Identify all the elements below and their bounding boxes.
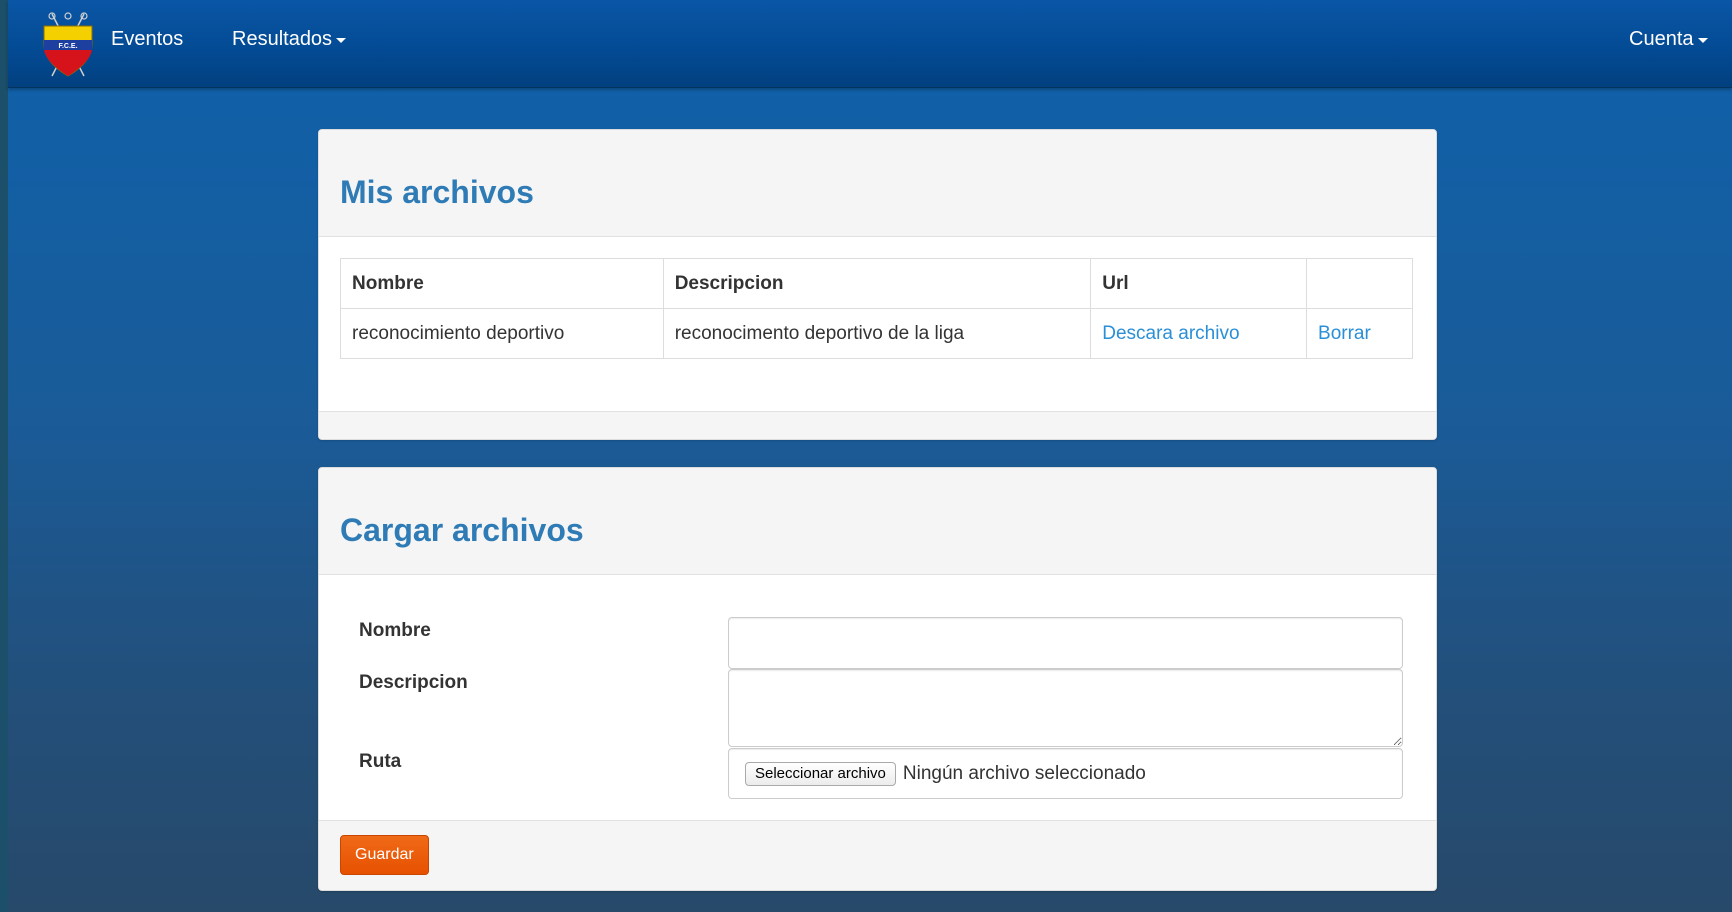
ruta-file-input[interactable]: Seleccionar archivo Ningún archivo selec… [728, 748, 1403, 799]
descripcion-textarea[interactable] [728, 669, 1403, 747]
files-panel-title: Mis archivos [340, 174, 534, 210]
nombre-input[interactable] [728, 617, 1403, 669]
nav-resultados-dropdown[interactable]: Resultados [232, 26, 347, 52]
files-panel: Mis archivos Nombre Descripcion Url reco… [318, 129, 1437, 440]
column-header-actions [1306, 258, 1413, 309]
page: F.C.E. Eventos Resultados Cuenta Mis arc… [8, 0, 1732, 912]
file-status-text: Ningún archivo seleccionado [902, 762, 1146, 784]
nombre-label: Nombre [359, 620, 431, 641]
upload-panel-footer: Guardar [319, 820, 1436, 890]
top-navbar: F.C.E. Eventos Resultados Cuenta [8, 0, 1732, 88]
cell-actions: Borrar [1306, 308, 1413, 359]
nav-cuenta-label: Cuenta [1629, 28, 1694, 50]
table-row: reconocimiento deportivo reconocimento d… [340, 308, 1413, 359]
files-panel-footer [319, 411, 1436, 439]
fce-shield-logo-icon[interactable]: F.C.E. [38, 10, 98, 82]
svg-text:F.C.E.: F.C.E. [58, 43, 77, 50]
delete-file-link[interactable]: Borrar [1318, 323, 1371, 344]
nav-eventos[interactable]: Eventos [111, 26, 183, 52]
descripcion-label: Descripcion [359, 672, 468, 693]
upload-panel-title: Cargar archivos [340, 512, 584, 548]
cell-descripcion: reconocimento deportivo de la liga [662, 308, 1092, 359]
nav-eventos-label: Eventos [111, 28, 184, 50]
upload-panel: Cargar archivos Nombre Descripcion Ruta … [318, 467, 1437, 891]
files-table: Nombre Descripcion Url reconocimiento de… [340, 258, 1413, 359]
download-file-link[interactable]: Descara archivo [1102, 323, 1239, 344]
files-panel-heading: Mis archivos [319, 130, 1436, 237]
window-edge [0, 0, 8, 912]
column-header-url: Url [1090, 258, 1308, 309]
caret-down-icon [336, 37, 347, 43]
upload-panel-heading: Cargar archivos [319, 468, 1436, 575]
nav-cuenta-dropdown[interactable]: Cuenta [1629, 26, 1708, 52]
ruta-label: Ruta [359, 751, 402, 772]
column-header-descripcion: Descripcion [662, 258, 1092, 309]
nav-resultados-label: Resultados [232, 28, 333, 50]
cell-nombre: reconocimiento deportivo [340, 308, 664, 359]
column-header-nombre: Nombre [340, 258, 664, 309]
save-button[interactable]: Guardar [340, 835, 429, 875]
cell-url: Descara archivo [1090, 308, 1308, 359]
table-header-row: Nombre Descripcion Url [340, 258, 1413, 309]
caret-down-icon [1697, 37, 1708, 43]
select-file-button[interactable]: Seleccionar archivo [745, 761, 896, 786]
